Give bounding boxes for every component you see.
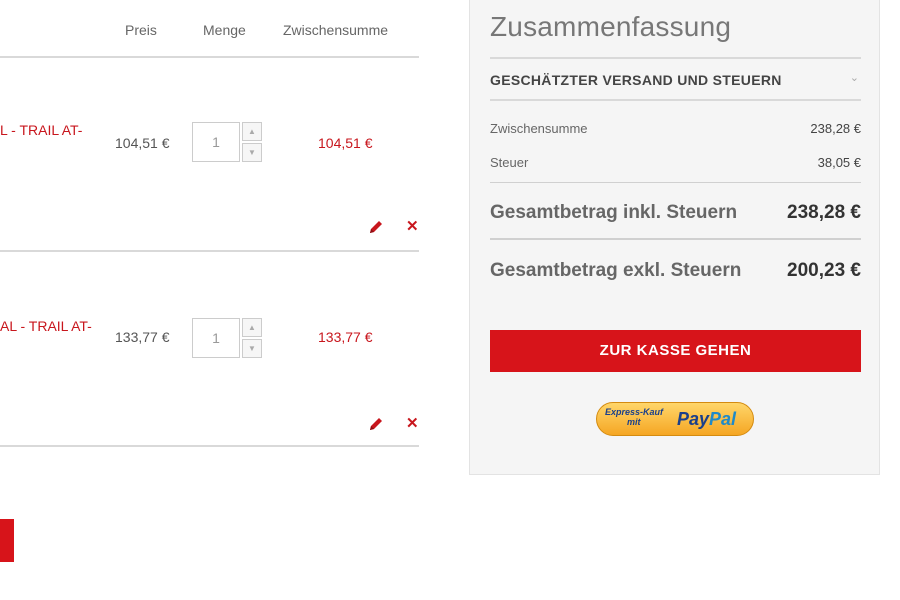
quantity-stepper: 1 ▲ ▼ <box>192 318 262 358</box>
quantity-input[interactable]: 1 <box>192 122 240 162</box>
shipping-tax-toggle[interactable]: GESCHÄTZTER VERSAND UND STEUERN ⌄ <box>490 57 861 101</box>
subtotal-label: Zwischensumme <box>490 121 588 136</box>
summary-subtotal: Zwischensumme 238,28 € <box>490 121 861 136</box>
item-subtotal: 104,51 € <box>318 135 373 151</box>
paypal-express-text: Express-Kauf <box>605 407 664 417</box>
product-link[interactable]: AL - TRAIL AT- <box>0 318 92 334</box>
item-price: 104,51 € <box>115 135 170 151</box>
chevron-down-icon: ⌄ <box>849 72 859 84</box>
grand-total-incl-label: Gesamtbetrag inkl. Steuern <box>490 202 738 223</box>
grand-total-excl-label: Gesamtbetrag exkl. Steuern <box>490 260 742 281</box>
grand-total-incl: Gesamtbetrag inkl. Steuern 238,28 € <box>490 202 861 224</box>
subtotal-value: 238,28 € <box>810 121 861 136</box>
cart-header: Preis Menge Zwischensumme <box>0 0 419 58</box>
pencil-icon[interactable] <box>368 416 384 432</box>
spinner-up-icon[interactable]: ▲ <box>242 318 262 337</box>
summary-title: Zusammenfassung <box>490 11 732 42</box>
divider <box>490 182 861 183</box>
item-subtotal: 133,77 € <box>318 329 373 345</box>
paypal-logo-pay: Pay <box>677 409 710 429</box>
checkout-button[interactable]: ZUR KASSE GEHEN <box>490 330 861 372</box>
paypal-logo: PayPal <box>677 409 736 430</box>
order-summary: Zusammenfassung GESCHÄTZTER VERSAND UND … <box>469 0 880 475</box>
spinner-down-icon[interactable]: ▼ <box>242 143 262 162</box>
summary-tax: Steuer 38,05 € <box>490 155 861 170</box>
cart-item-row: AL - TRAIL AT- 133,77 € 1 ▲ ▼ 133,77 € ✕ <box>0 252 419 447</box>
divider <box>490 238 861 240</box>
product-link[interactable]: L - TRAIL AT- <box>0 122 82 138</box>
grand-total-incl-value: 238,28 € <box>787 202 861 223</box>
tax-label: Steuer <box>490 155 529 170</box>
header-subtotal: Zwischensumme <box>283 22 389 38</box>
close-icon[interactable]: ✕ <box>406 219 419 235</box>
spinner-down-icon[interactable]: ▼ <box>242 339 262 358</box>
grand-total-excl: Gesamtbetrag exkl. Steuern 200,23 € <box>490 260 861 282</box>
pencil-icon[interactable] <box>368 219 384 235</box>
quantity-stepper: 1 ▲ ▼ <box>192 122 262 162</box>
close-icon[interactable]: ✕ <box>406 416 419 432</box>
paypal-express-button[interactable]: Express-Kauf mit PayPal <box>596 402 754 436</box>
header-price: Preis <box>125 22 157 38</box>
item-price: 133,77 € <box>115 329 170 345</box>
tax-value: 38,05 € <box>817 155 861 170</box>
header-qty: Menge <box>203 22 246 38</box>
paypal-mit-text: mit <box>627 417 641 427</box>
grand-total-excl-value: 200,23 € <box>787 260 861 281</box>
spinner-up-icon[interactable]: ▲ <box>242 122 262 141</box>
cart-item-row: L - TRAIL AT- 104,51 € 1 ▲ ▼ 104,51 € ✕ <box>0 58 419 252</box>
cart-table: Preis Menge Zwischensumme L - TRAIL AT- … <box>0 0 420 600</box>
shipping-tax-label: GESCHÄTZTER VERSAND UND STEUERN <box>490 72 782 88</box>
update-cart-button[interactable] <box>0 519 14 562</box>
paypal-logo-pal: Pal <box>709 409 737 429</box>
quantity-input[interactable]: 1 <box>192 318 240 358</box>
